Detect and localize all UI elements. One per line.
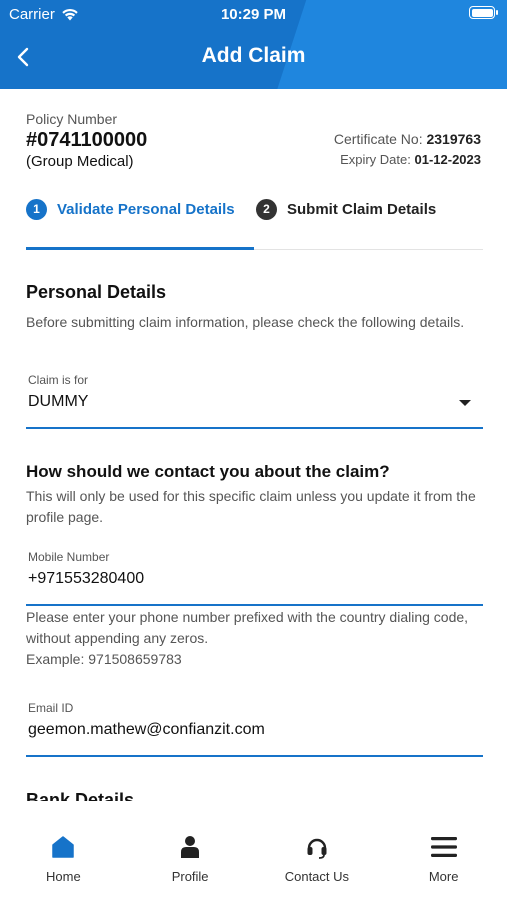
nav-home[interactable]: Home <box>0 801 127 900</box>
policy-type: (Group Medical) <box>26 153 134 170</box>
claim-stepper: 1 Validate Personal Details 2 Submit Cla… <box>26 199 483 251</box>
mobile-number-field[interactable]: Mobile Number <box>26 550 483 606</box>
menu-icon <box>430 833 458 861</box>
nav-home-label: Home <box>46 869 81 884</box>
bank-details-title: Bank Details <box>26 790 135 801</box>
mobile-example-text: Example: 971508659783 <box>26 651 182 667</box>
step-number: 1 <box>26 199 47 220</box>
page-title: Add Claim <box>201 44 306 67</box>
step-label: Validate Personal Details <box>57 201 235 218</box>
status-bar: Carrier 10:29 PM <box>0 0 507 28</box>
policy-number: #0741100000 <box>26 129 148 151</box>
stepper-active-indicator <box>26 247 254 250</box>
bottom-navigation: Home Profile Contact Us More <box>0 801 507 900</box>
nav-more[interactable]: More <box>380 801 507 900</box>
personal-details-title: Personal Details <box>26 282 167 302</box>
nav-contact-us-label: Contact Us <box>284 869 350 884</box>
contact-subtitle: This will only be used for this specific… <box>26 488 476 525</box>
email-label: Email ID <box>28 701 74 715</box>
nav-contact-us[interactable]: Contact Us <box>254 801 381 900</box>
nav-more-label: More <box>428 869 459 884</box>
nav-profile[interactable]: Profile <box>127 801 254 900</box>
certificate-info: Certificate No: 2319763 <box>334 131 481 147</box>
caret-down-icon <box>459 400 471 406</box>
status-time: 10:29 PM <box>220 6 287 23</box>
email-field[interactable]: Email ID <box>26 701 483 757</box>
mobile-number-label: Mobile Number <box>28 550 110 564</box>
policy-number-label: Policy Number <box>26 111 118 127</box>
battery-icon <box>469 6 498 19</box>
contact-title: How should we contact you about the clai… <box>26 462 390 481</box>
step-validate-personal-details[interactable]: 1 Validate Personal Details <box>26 199 235 220</box>
claim-form: Policy Number #0741100000 (Group Medical… <box>0 89 507 801</box>
expiry-date: 01-12-2023 <box>414 152 482 167</box>
app-header: Carrier 10:29 PM Add Claim <box>0 0 507 89</box>
step-submit-claim-details[interactable]: 2 Submit Claim Details <box>256 199 436 220</box>
personal-details-subtitle: Before submitting claim information, ple… <box>26 314 465 330</box>
mobile-helper-text: Please enter your phone number prefixed … <box>26 609 469 646</box>
person-icon <box>176 833 204 861</box>
expiry-info: Expiry Date: 01-12-2023 <box>340 152 481 167</box>
nav-profile-label: Profile <box>171 869 209 884</box>
home-icon <box>49 833 77 861</box>
expiry-label: Expiry Date: <box>340 152 411 167</box>
claim-for-dropdown[interactable]: Claim is for DUMMY <box>26 373 483 429</box>
headset-icon <box>303 833 331 861</box>
certificate-number: 2319763 <box>426 131 481 147</box>
step-number: 2 <box>256 199 277 220</box>
claim-for-label: Claim is for <box>28 373 89 387</box>
mobile-number-input[interactable] <box>28 570 448 588</box>
certificate-label: Certificate No: <box>333 131 423 147</box>
email-input[interactable] <box>28 721 448 739</box>
step-label: Submit Claim Details <box>287 201 437 218</box>
claim-for-value: DUMMY <box>28 393 89 410</box>
